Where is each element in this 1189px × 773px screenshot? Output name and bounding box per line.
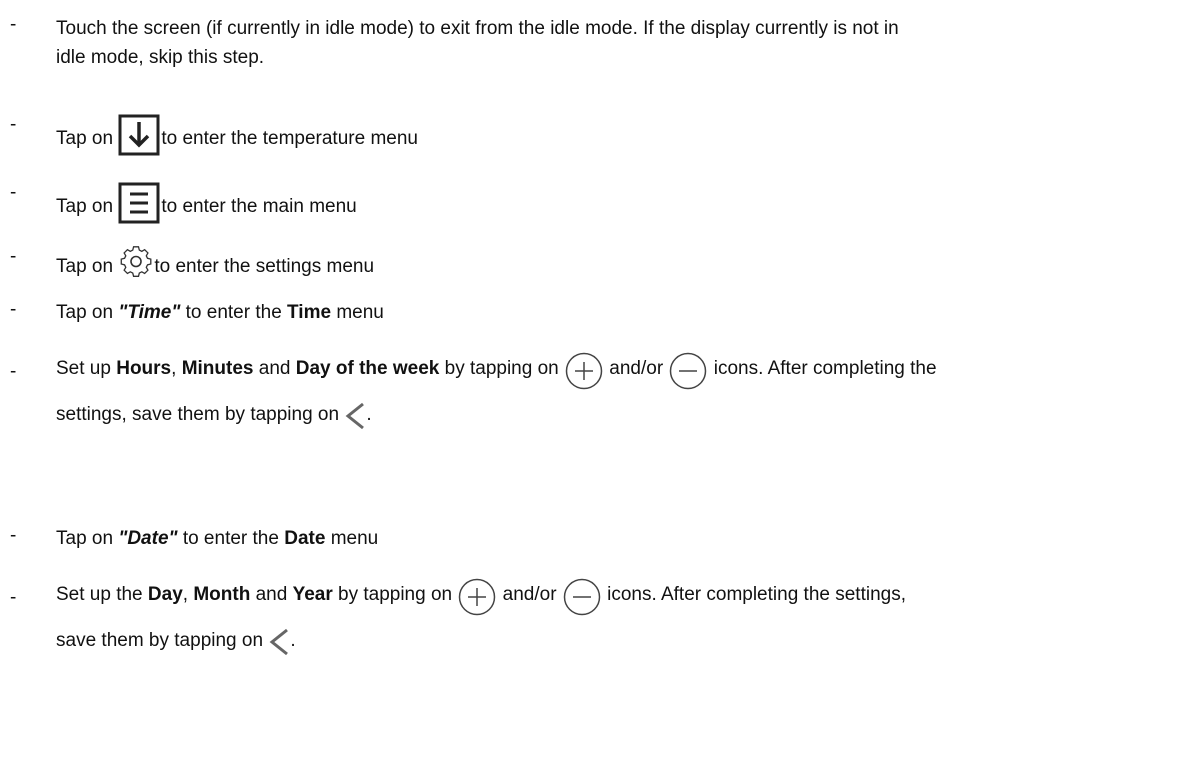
day-label: Day — [147, 584, 183, 605]
step-text-pre: Tap on — [56, 302, 114, 323]
list-dash: - — [10, 114, 17, 135]
date-menu-name: Date — [284, 528, 326, 549]
list-dash: - — [10, 587, 17, 608]
step-text-pre: Tap on — [56, 196, 114, 217]
list-dash: - — [10, 361, 17, 382]
step-text-post: to enter the settings menu — [154, 256, 375, 277]
step-text-post: menu — [336, 302, 384, 323]
chevron-left-icon — [344, 401, 366, 431]
date-quoted-label: "Date" — [118, 528, 178, 549]
step-text-line-2: save them by tapping on — [56, 630, 264, 651]
time-quoted-label: "Time" — [118, 302, 181, 323]
day-of-week-label: Day of the week — [295, 358, 440, 379]
arrow-down-box-icon — [118, 114, 160, 156]
step-text-pre: Set up the — [56, 584, 143, 605]
minutes-label: Minutes — [181, 358, 254, 379]
step-text-pre: Set up — [56, 358, 111, 379]
hours-label: Hours — [116, 358, 172, 379]
step-text-post: to enter the temperature menu — [161, 128, 418, 149]
step-text-pre: Tap on — [56, 128, 114, 149]
gear-icon — [118, 246, 154, 278]
plus-circle-icon — [457, 577, 497, 617]
step-text-pre: Tap on — [56, 256, 114, 277]
step-text-post: menu — [330, 528, 379, 549]
list-dash: - — [10, 525, 17, 546]
chevron-left-icon — [268, 627, 290, 657]
menu-box-icon — [118, 182, 160, 224]
minus-circle-icon — [668, 351, 708, 391]
step-text-line-2: settings, save them by tapping on — [56, 404, 340, 425]
step-text-line-1: Touch the screen (if currently in idle m… — [56, 18, 899, 39]
minus-circle-icon — [562, 577, 602, 617]
step-text-line-2: idle mode, skip this step. — [56, 47, 265, 68]
list-dash: - — [10, 14, 17, 35]
plus-circle-icon — [564, 351, 604, 391]
time-menu-name: Time — [287, 302, 332, 323]
list-dash: - — [10, 182, 17, 203]
year-label: Year — [292, 584, 333, 605]
list-dash: - — [10, 299, 17, 320]
step-text-mid: to enter the — [185, 302, 282, 323]
list-dash: - — [10, 246, 17, 267]
step-text-post: to enter the main menu — [161, 196, 357, 217]
step-text-mid: to enter the — [182, 528, 279, 549]
month-label: Month — [193, 584, 251, 605]
step-text-pre: Tap on — [56, 528, 114, 549]
